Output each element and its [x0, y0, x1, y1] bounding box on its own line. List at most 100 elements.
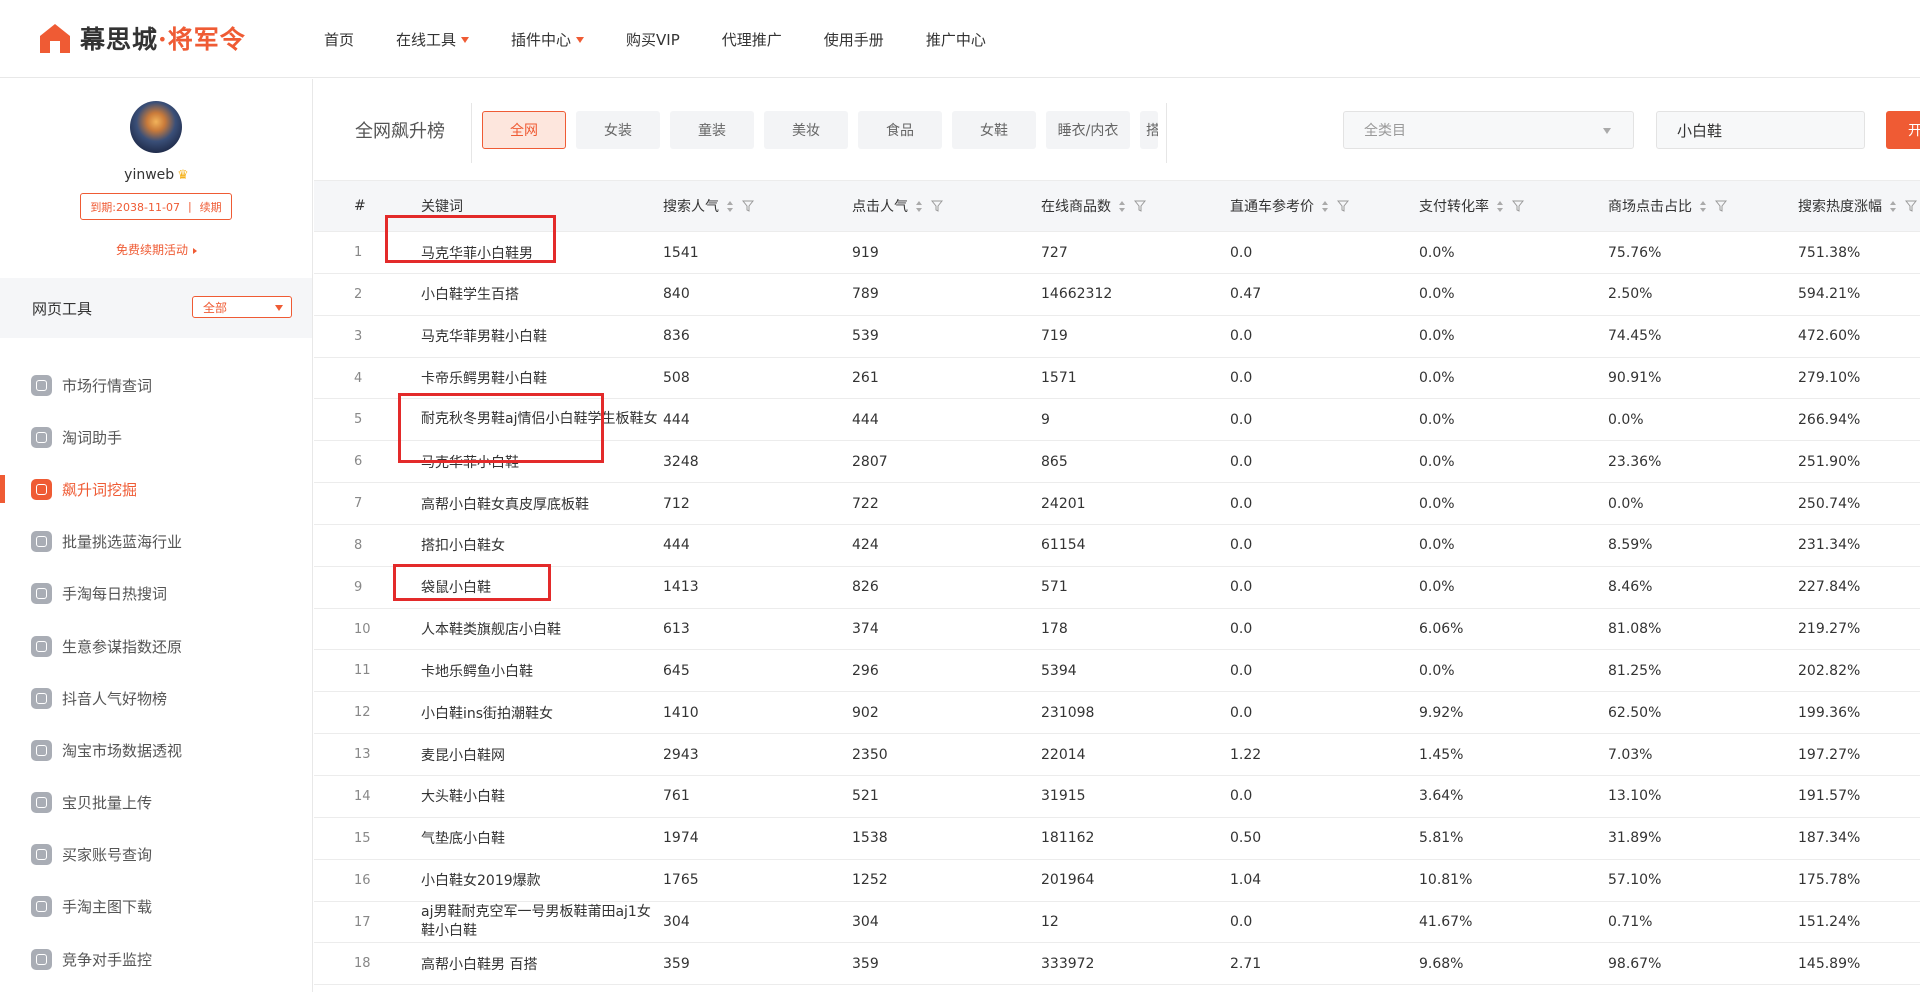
table-row[interactable]: 5 耐克秋冬男鞋aj情侣小白鞋学生板鞋女 444 444 9 0.0 0.0% 0.0% 266… [314, 399, 1920, 442]
table-cell: 202.82% [1798, 662, 1861, 679]
column-header-3[interactable]: 点击人气 [852, 181, 943, 231]
table-cell: 31915 [1041, 788, 1086, 805]
column-header-5[interactable]: 直通车参考价 [1230, 181, 1349, 231]
table-row[interactable]: 12 小白鞋ins街拍潮鞋女 1410 902 231098 0.0 9.92% 62.50%… [314, 692, 1920, 735]
sort-icon[interactable] [916, 200, 922, 212]
caret-right-icon [193, 247, 197, 254]
table-row[interactable]: 9 袋鼠小白鞋 1413 826 571 0.0 0.0% 8.46% 227.84% [314, 567, 1920, 609]
sort-icon[interactable] [727, 200, 733, 212]
nav-item-4[interactable]: 代理推广 [722, 29, 782, 50]
filter-icon[interactable] [742, 200, 754, 212]
tools-filter-select[interactable]: 全部 [192, 296, 292, 318]
category-tab-2[interactable]: 童装 [670, 111, 754, 149]
table-row[interactable]: 13 麦昆小白鞋网 2943 2350 22014 1.22 1.45% 7.03% 197.2… [314, 734, 1920, 776]
sidebar-item-9[interactable]: 买家账号查询 [0, 829, 312, 881]
filter-icon[interactable] [1337, 200, 1349, 212]
nav-item-1[interactable]: 在线工具 [396, 29, 470, 50]
column-header-8[interactable]: 搜索热度涨幅 [1798, 181, 1917, 231]
table-cell: 0.0% [1419, 495, 1455, 512]
table-cell: 0.0% [1419, 537, 1455, 554]
column-header-2[interactable]: 搜索人气 [663, 181, 754, 231]
table-cell: 90.91% [1608, 370, 1662, 387]
table-row[interactable]: 16 小白鞋女2019爆款 1765 1252 201964 1.04 10.81% 57.1… [314, 860, 1920, 902]
category-tab-5[interactable]: 女鞋 [952, 111, 1036, 149]
filter-icon[interactable] [1905, 200, 1917, 212]
table-cell: 75.76% [1608, 244, 1662, 261]
table-row[interactable]: 15 气垫底小白鞋 1974 1538 181162 0.50 5.81% 31.89% 187… [314, 818, 1920, 860]
table-row[interactable]: 3 马克华菲男鞋小白鞋 836 539 719 0.0 0.0% 74.45% 472.60% [314, 316, 1920, 358]
filter-icon[interactable] [1512, 200, 1524, 212]
table-row[interactable]: 7 高帮小白鞋女真皮厚底板鞋 712 722 24201 0.0 0.0% 0.0% 250.7… [314, 483, 1920, 525]
table-cell: 826 [852, 579, 879, 596]
table-cell: 444 [663, 537, 690, 554]
filter-icon[interactable] [1715, 200, 1727, 212]
sidebar-item-8[interactable]: 宝贝批量上传 [0, 777, 312, 829]
category-tab-4[interactable]: 食品 [858, 111, 942, 149]
table-row[interactable]: 11 卡地乐鳄鱼小白鞋 645 296 5394 0.0 0.0% 81.25% 202.82% [314, 650, 1920, 693]
column-header-4[interactable]: 在线商品数 [1041, 181, 1146, 231]
sidebar-item-2[interactable]: 飙升词挖掘 [0, 463, 312, 515]
sidebar-item-label: 淘宝市场数据透视 [62, 741, 183, 760]
logo[interactable]: 幕思城·将军令 [38, 20, 246, 56]
table-cell: 279.10% [1798, 370, 1861, 387]
table-row[interactable]: 14 大头鞋小白鞋 761 521 31915 0.0 3.64% 13.10% 191.57% [314, 776, 1920, 818]
table-cell: 304 [663, 914, 690, 930]
table-cell: 266.94% [1798, 411, 1861, 428]
free-activity-link[interactable]: 免费续期活动 [0, 241, 313, 258]
column-header-7[interactable]: 商场点击占比 [1608, 181, 1727, 231]
keyword-input[interactable] [1656, 111, 1865, 149]
table-row[interactable]: 10 人本鞋类旗舰店小白鞋 613 374 178 0.0 6.06% 81.08% 219.2… [314, 609, 1920, 651]
sidebar-item-11[interactable]: 竞争对手监控 [0, 933, 312, 985]
table-row[interactable]: 18 高帮小白鞋男 百搭 359 359 333972 2.71 9.68% 98.67% 14… [314, 943, 1920, 986]
filter-icon[interactable] [1134, 200, 1146, 212]
category-tab-6[interactable]: 睡衣/内衣 [1046, 111, 1130, 149]
table-cell: 1538 [852, 830, 888, 847]
sidebar-item-5[interactable]: 生意参谋指数还原 [0, 620, 312, 672]
sidebar-item-10[interactable]: 手淘主图下载 [0, 881, 312, 933]
category-tab-3[interactable]: 美妆 [764, 111, 848, 149]
table-cell: 0.0% [1608, 495, 1644, 512]
nav-item-label: 使用手册 [823, 30, 884, 49]
table-cell: 145.89% [1798, 955, 1861, 972]
table-row[interactable]: 4 卡帝乐鳄男鞋小白鞋 508 261 1571 0.0 0.0% 90.91% 279.10% [314, 358, 1920, 400]
category-select[interactable]: 全类目 [1343, 111, 1634, 149]
sidebar-item-3[interactable]: 批量挑选蓝海行业 [0, 516, 312, 568]
table-row[interactable]: 17 aj男鞋耐克空军一号男板鞋莆田aj1女鞋小白鞋 304 304 12 0.0 41.6… [314, 902, 1920, 944]
sidebar-item-6[interactable]: 抖音人气好物榜 [0, 672, 312, 724]
sidebar-item-7[interactable]: 淘宝市场数据透视 [0, 724, 312, 776]
table-row[interactable]: 1 马克华菲小白鞋男 1541 919 727 0.0 0.0% 75.76% 751.38% [314, 232, 1920, 274]
filter-icon[interactable] [931, 200, 943, 212]
table-cell: 57.10% [1608, 872, 1662, 889]
table-row[interactable]: 2 小白鞋学生百搭 840 789 14662312 0.47 0.0% 2.50% 594.2… [314, 274, 1920, 316]
sort-icon[interactable] [1700, 200, 1706, 212]
sidebar-item-0[interactable]: 市场行情查词 [0, 359, 312, 411]
nav-item-0[interactable]: 首页 [324, 29, 354, 50]
table-cell: 840 [663, 286, 690, 303]
search-button[interactable]: 开 [1886, 111, 1920, 149]
caret-down-icon [461, 37, 470, 43]
table-cell: 178 [1041, 621, 1068, 638]
nav-item-2[interactable]: 插件中心 [511, 29, 585, 50]
table-row[interactable]: 8 搭扣小白鞋女 444 424 61154 0.0 0.0% 8.59% 231.34% [314, 525, 1920, 567]
row-index: 6 [354, 454, 363, 470]
category-tab-0[interactable]: 全网 [482, 111, 566, 149]
category-tab-1[interactable]: 女装 [576, 111, 660, 149]
renew-link[interactable]: 续期 [200, 199, 222, 215]
table-cell: 81.08% [1608, 621, 1662, 638]
table-cell: 594.21% [1798, 286, 1861, 303]
sidebar-item-4[interactable]: 手淘每日热搜词 [0, 568, 312, 620]
table-row[interactable]: 6 马克华菲小白鞋 3248 2807 865 0.0 0.0% 23.36% 251.90% [314, 441, 1920, 484]
category-tab-partial[interactable]: 搭 [1140, 111, 1158, 149]
sidebar-item-1[interactable]: 淘词助手 [0, 411, 312, 463]
sort-icon[interactable] [1119, 200, 1125, 212]
nav-item-6[interactable]: 推广中心 [926, 29, 986, 50]
sort-icon[interactable] [1322, 200, 1328, 212]
nav-item-3[interactable]: 购买VIP [626, 29, 680, 50]
nav-item-5[interactable]: 使用手册 [824, 29, 884, 50]
table-cell: 0.0 [1230, 495, 1253, 512]
sort-icon[interactable] [1890, 200, 1896, 212]
avatar[interactable] [130, 101, 182, 153]
sort-icon[interactable] [1497, 200, 1503, 212]
column-header-6[interactable]: 支付转化率 [1419, 181, 1524, 231]
column-header-label: 支付转化率 [1419, 199, 1489, 215]
